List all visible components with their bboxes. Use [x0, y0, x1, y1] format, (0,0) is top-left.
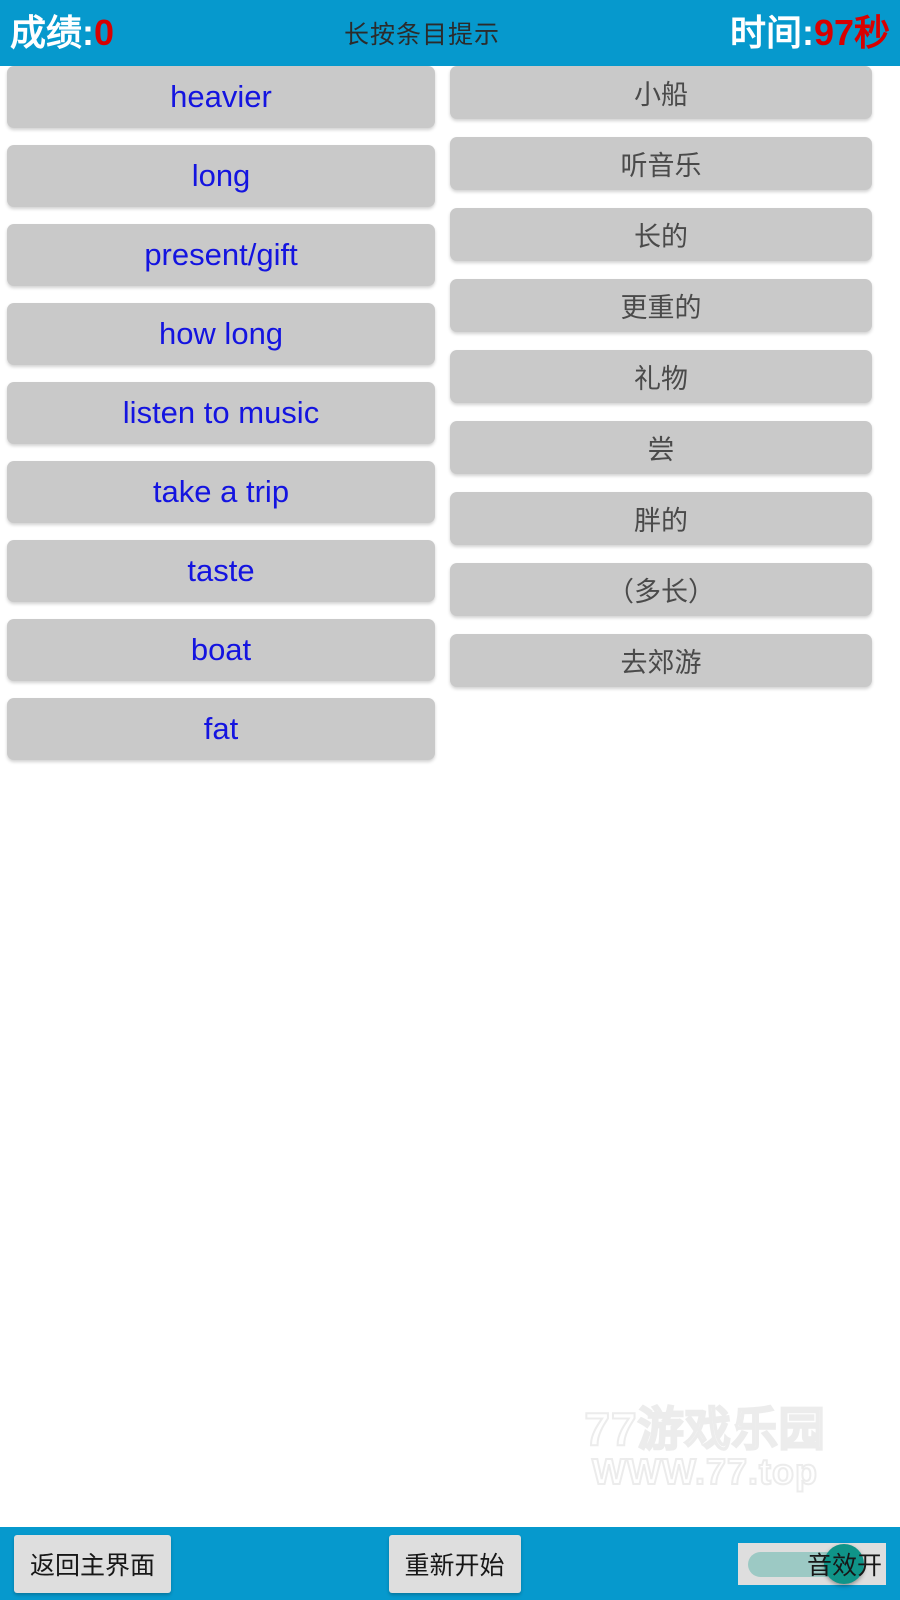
word-card-chinese[interactable]: 尝	[450, 421, 872, 474]
word-card-label: long	[191, 158, 251, 193]
word-card-label: present/gift	[144, 237, 298, 272]
word-card-label: heavier	[170, 79, 272, 114]
word-card-chinese[interactable]: （多长）	[450, 563, 872, 616]
score-value: 0	[94, 12, 115, 53]
long-press-hint: 长按条目提示	[343, 21, 500, 49]
word-card-english[interactable]: taste	[7, 540, 435, 602]
english-word-column: heavier long present/gift how long liste…	[7, 66, 435, 777]
word-card-english[interactable]: long	[7, 145, 435, 207]
word-card-label: 胖的	[634, 506, 688, 536]
time-value: 97秒	[813, 12, 890, 53]
word-card-label: 更重的	[620, 293, 702, 323]
word-card-chinese[interactable]: 听音乐	[450, 137, 872, 190]
word-card-english[interactable]: present/gift	[7, 224, 435, 286]
word-card-chinese[interactable]: 长的	[450, 208, 872, 261]
site-watermark: 77游戏乐园 WWW.77.top	[555, 1403, 855, 1492]
word-card-english[interactable]: fat	[7, 698, 435, 760]
word-card-label: taste	[187, 553, 255, 588]
word-card-chinese[interactable]: 胖的	[450, 492, 872, 545]
word-card-label: listen to music	[122, 395, 320, 430]
word-card-english[interactable]: listen to music	[7, 382, 435, 444]
word-card-english[interactable]: boat	[7, 619, 435, 681]
word-card-english[interactable]: heavier	[7, 66, 435, 128]
word-card-label: 尝	[647, 435, 675, 465]
word-card-chinese[interactable]: 礼物	[450, 350, 872, 403]
word-card-chinese[interactable]: 去郊游	[450, 634, 872, 687]
word-card-label: 长的	[634, 222, 688, 252]
sound-toggle-label: 音效开	[806, 1551, 882, 1580]
word-card-chinese[interactable]: 更重的	[450, 279, 872, 332]
word-card-label: （多长）	[607, 577, 715, 607]
word-card-label: fat	[203, 711, 239, 746]
word-card-english[interactable]: take a trip	[7, 461, 435, 523]
word-card-label: boat	[190, 632, 252, 667]
word-card-label: 听音乐	[620, 151, 702, 181]
matching-game-board: heavier long present/gift how long liste…	[0, 66, 900, 1527]
word-card-label: how long	[158, 316, 284, 351]
word-card-label: 去郊游	[620, 648, 702, 678]
word-card-label: take a trip	[152, 474, 290, 509]
time-label: 时间:	[729, 12, 814, 53]
word-card-chinese[interactable]: 小船	[450, 66, 872, 119]
score-display: 成绩:0	[10, 15, 114, 51]
restart-button[interactable]: 重新开始	[388, 1534, 521, 1593]
chinese-word-column: 小船 听音乐 长的 更重的 礼物 尝 胖的 （多长） 去郊游	[450, 66, 872, 705]
top-status-bar: 成绩:0 长按条目提示 时间:97秒	[0, 0, 900, 66]
sound-toggle-switch[interactable]: 音效开	[738, 1542, 886, 1585]
word-card-label: 礼物	[634, 364, 688, 394]
bottom-toolbar: 返回主界面 重新开始 音效开	[0, 1527, 900, 1600]
word-card-english[interactable]: how long	[7, 303, 435, 365]
back-to-main-button[interactable]: 返回主界面	[14, 1534, 172, 1593]
watermark-url: WWW.77.top	[591, 1450, 818, 1492]
timer-display: 时间:97秒	[730, 15, 890, 51]
watermark-title: 77游戏乐园	[583, 1403, 826, 1455]
score-label: 成绩:	[10, 12, 94, 53]
word-card-label: 小船	[634, 80, 688, 110]
